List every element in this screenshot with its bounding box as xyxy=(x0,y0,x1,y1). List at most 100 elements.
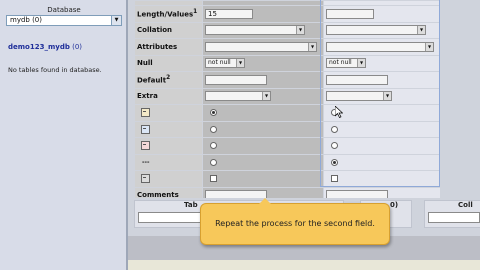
field1-cell xyxy=(203,138,323,154)
row-label: Null xyxy=(135,55,202,71)
select-value: not null xyxy=(329,59,352,67)
fulltext-icon xyxy=(141,174,150,184)
field1-cell xyxy=(203,154,323,170)
field1-cell: ▼ xyxy=(203,39,323,55)
row-label: Collation xyxy=(135,22,202,38)
field2-cell xyxy=(324,6,440,22)
field2-attributes-select[interactable]: ▼ xyxy=(326,41,434,52)
field1-unique-radio[interactable] xyxy=(210,142,217,150)
database-label: Database xyxy=(47,6,81,14)
field2-length-input[interactable] xyxy=(326,8,374,19)
chevron-down-icon[interactable]: ▼ xyxy=(296,26,304,35)
row-label xyxy=(135,121,202,137)
field1-null-select[interactable]: not null ▼ xyxy=(205,58,245,69)
table-row-top-partial xyxy=(135,1,440,5)
navigation-pane: Database mydb (0) ▼ demo123_mydb (0) No … xyxy=(0,0,128,270)
row-label: --- xyxy=(135,154,202,170)
no-tables-message: No tables found in database. xyxy=(8,66,102,74)
table-row: Null not null ▼ not null ▼ xyxy=(135,55,440,71)
field1-cell: not null ▼ xyxy=(203,55,323,71)
index-icon xyxy=(141,124,150,134)
database-link[interactable]: demo123_mydb (0) xyxy=(8,43,82,51)
table-header-cell xyxy=(135,1,202,5)
table-row xyxy=(135,171,440,187)
table-row xyxy=(135,138,440,154)
field1-extra-select[interactable]: ▼ xyxy=(205,91,271,102)
field2-index-radio[interactable] xyxy=(331,125,338,133)
chevron-down-icon[interactable]: ▼ xyxy=(357,59,365,68)
field1-cell: ▼ xyxy=(203,22,323,38)
field2-cell xyxy=(324,121,440,137)
row-label xyxy=(135,105,202,121)
no-index-label: --- xyxy=(142,159,150,167)
field2-none-radio[interactable] xyxy=(331,158,338,166)
table-row: Attributes ▼ ▼ xyxy=(135,39,440,55)
field2-cell xyxy=(324,154,440,170)
database-link-count: (0) xyxy=(72,43,83,51)
field2-default-input[interactable] xyxy=(326,74,388,85)
field1-fulltext-checkbox[interactable] xyxy=(210,175,217,183)
field2-cell xyxy=(324,171,440,187)
field1-cell xyxy=(203,72,323,88)
primary-key-icon xyxy=(141,108,150,118)
table-row: Extra ▼ ▼ xyxy=(135,88,440,104)
collation-label: Coll xyxy=(458,201,473,209)
fields-table: Length/Values1 15 Collation ▼ ▼ Attribut… xyxy=(134,0,441,204)
mouse-cursor-icon xyxy=(335,106,343,118)
chevron-down-icon[interactable]: ▼ xyxy=(425,42,433,51)
field1-default-input[interactable] xyxy=(205,74,267,85)
field2-cell: not null ▼ xyxy=(324,55,440,71)
chevron-down-icon[interactable]: ▼ xyxy=(236,59,244,68)
chevron-down-icon[interactable]: ▼ xyxy=(383,92,391,101)
tutorial-tooltip: Repeat the process for the second field. xyxy=(200,198,390,245)
field1-index-radio[interactable] xyxy=(210,125,217,133)
field1-cell xyxy=(203,121,323,137)
table-comments-label: Tab xyxy=(184,201,198,209)
chevron-down-icon[interactable]: ▼ xyxy=(262,92,270,101)
field1-cell: 15 xyxy=(203,6,323,22)
row-label: Length/Values1 xyxy=(135,6,202,22)
row-label xyxy=(135,171,202,187)
table-row: Length/Values1 15 xyxy=(135,6,440,22)
tooltip-pointer xyxy=(259,198,271,204)
footnote-marker: 1 xyxy=(193,9,198,16)
table-collation-select[interactable] xyxy=(428,212,480,223)
field2-fulltext-checkbox[interactable] xyxy=(331,175,338,183)
row-label: Attributes xyxy=(135,39,202,55)
table-row xyxy=(135,105,440,121)
field1-primary-radio[interactable] xyxy=(210,109,217,117)
database-select-value: mydb (0) xyxy=(10,16,42,24)
field1-length-input[interactable]: 15 xyxy=(205,8,253,19)
table-row: Default2 xyxy=(135,72,440,88)
row-label: Default2 xyxy=(135,72,202,88)
field1-attributes-select[interactable]: ▼ xyxy=(205,41,317,52)
storage-engine-label: 0) xyxy=(390,201,399,209)
field1-cell xyxy=(203,105,323,121)
table-row: Collation ▼ ▼ xyxy=(135,22,440,38)
field2-cell: ▼ xyxy=(324,88,440,104)
footer-strip xyxy=(128,260,480,270)
field1-collation-select[interactable]: ▼ xyxy=(205,25,305,36)
field2-cell xyxy=(324,72,440,88)
table-row xyxy=(135,121,440,137)
footnote-marker: 2 xyxy=(166,75,171,82)
field1-cell xyxy=(203,1,323,5)
chevron-down-icon[interactable]: ▼ xyxy=(417,26,425,35)
field2-cell xyxy=(324,1,440,5)
chevron-down-icon[interactable]: ▼ xyxy=(111,16,121,25)
field2-null-select[interactable]: not null ▼ xyxy=(326,58,366,69)
field2-unique-radio[interactable] xyxy=(331,142,338,150)
field2-cell: ▼ xyxy=(324,39,440,55)
table-row: --- xyxy=(135,154,440,170)
field1-cell: ▼ xyxy=(203,88,323,104)
chevron-down-icon[interactable]: ▼ xyxy=(308,42,316,51)
field2-collation-select[interactable]: ▼ xyxy=(326,25,426,36)
field1-none-radio[interactable] xyxy=(210,158,217,166)
row-label xyxy=(135,138,202,154)
database-link-name[interactable]: demo123_mydb xyxy=(8,43,70,51)
database-select[interactable]: mydb (0) ▼ xyxy=(6,15,122,26)
field2-cell xyxy=(324,138,440,154)
field2-extra-select[interactable]: ▼ xyxy=(326,91,392,102)
field2-cell: ▼ xyxy=(324,22,440,38)
length-values-label: Length/Values xyxy=(137,10,194,19)
